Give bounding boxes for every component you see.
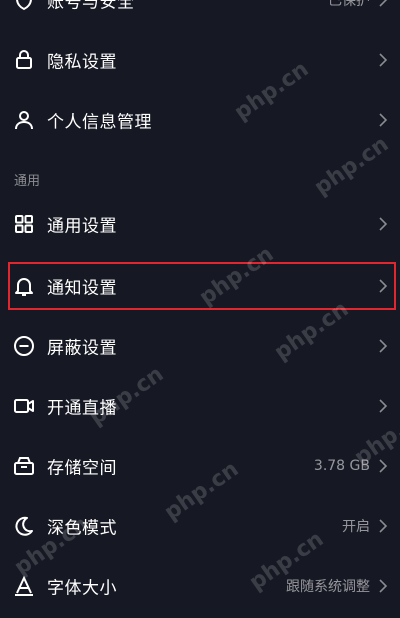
chevron-right-icon (378, 458, 388, 474)
settings-row-label: 通知设置 (47, 278, 117, 299)
settings-row-label: 隐私设置 (47, 52, 117, 73)
chevron-right-icon (378, 278, 388, 294)
settings-row-block[interactable]: 屏蔽设置 (0, 316, 400, 376)
chevron-right-icon (378, 578, 388, 594)
bell-icon (12, 274, 36, 298)
lock-icon (12, 48, 36, 72)
settings-row-label: 账号与安全 (47, 0, 135, 13)
settings-row-dark-mode[interactable]: 深色模式 开启 (0, 496, 400, 556)
chevron-right-icon (378, 338, 388, 354)
minus-circle-icon (12, 334, 36, 358)
person-icon (12, 108, 36, 132)
chevron-right-icon (378, 398, 388, 414)
chevron-right-icon (378, 112, 388, 128)
video-camera-icon (12, 394, 36, 418)
settings-row-label: 开通直播 (47, 398, 117, 419)
settings-row-value: 跟随系统调整 (286, 579, 370, 595)
settings-row-account[interactable]: 账号与安全 已保护 (0, 0, 400, 30)
settings-row-label: 字体大小 (47, 578, 117, 599)
settings-row-live[interactable]: 开通直播 (0, 376, 400, 436)
shield-icon (12, 0, 36, 12)
settings-row-label: 屏蔽设置 (47, 338, 117, 359)
settings-row-value: 已保护 (328, 0, 370, 9)
chevron-right-icon (378, 518, 388, 534)
settings-row-privacy[interactable]: 隐私设置 (0, 30, 400, 90)
settings-row-notification[interactable]: 通知设置 (0, 256, 400, 316)
font-icon (12, 574, 36, 598)
settings-screen: 账号与安全 已保护 隐私设置 个人信息管理 通用 通用设置 通知设置 屏蔽设置 … (0, 0, 400, 618)
grid-icon (12, 212, 36, 236)
settings-row-label: 存储空间 (47, 458, 117, 479)
settings-row-value: 开启 (342, 519, 370, 535)
settings-row-value: 3.78 GB (313, 458, 370, 474)
settings-row-storage[interactable]: 存储空间 3.78 GB (0, 436, 400, 496)
moon-icon (12, 514, 36, 538)
storage-icon (12, 454, 36, 478)
section-title-general: 通用 (14, 174, 41, 189)
chevron-right-icon (378, 52, 388, 68)
settings-row-label: 通用设置 (47, 216, 117, 237)
settings-row-personal-info[interactable]: 个人信息管理 (0, 90, 400, 150)
settings-row-general[interactable]: 通用设置 (0, 194, 400, 254)
chevron-right-icon (378, 0, 388, 8)
settings-row-font-size[interactable]: 字体大小 跟随系统调整 (0, 556, 400, 616)
settings-row-label: 深色模式 (47, 518, 117, 539)
chevron-right-icon (378, 216, 388, 232)
settings-row-label: 个人信息管理 (47, 112, 152, 133)
